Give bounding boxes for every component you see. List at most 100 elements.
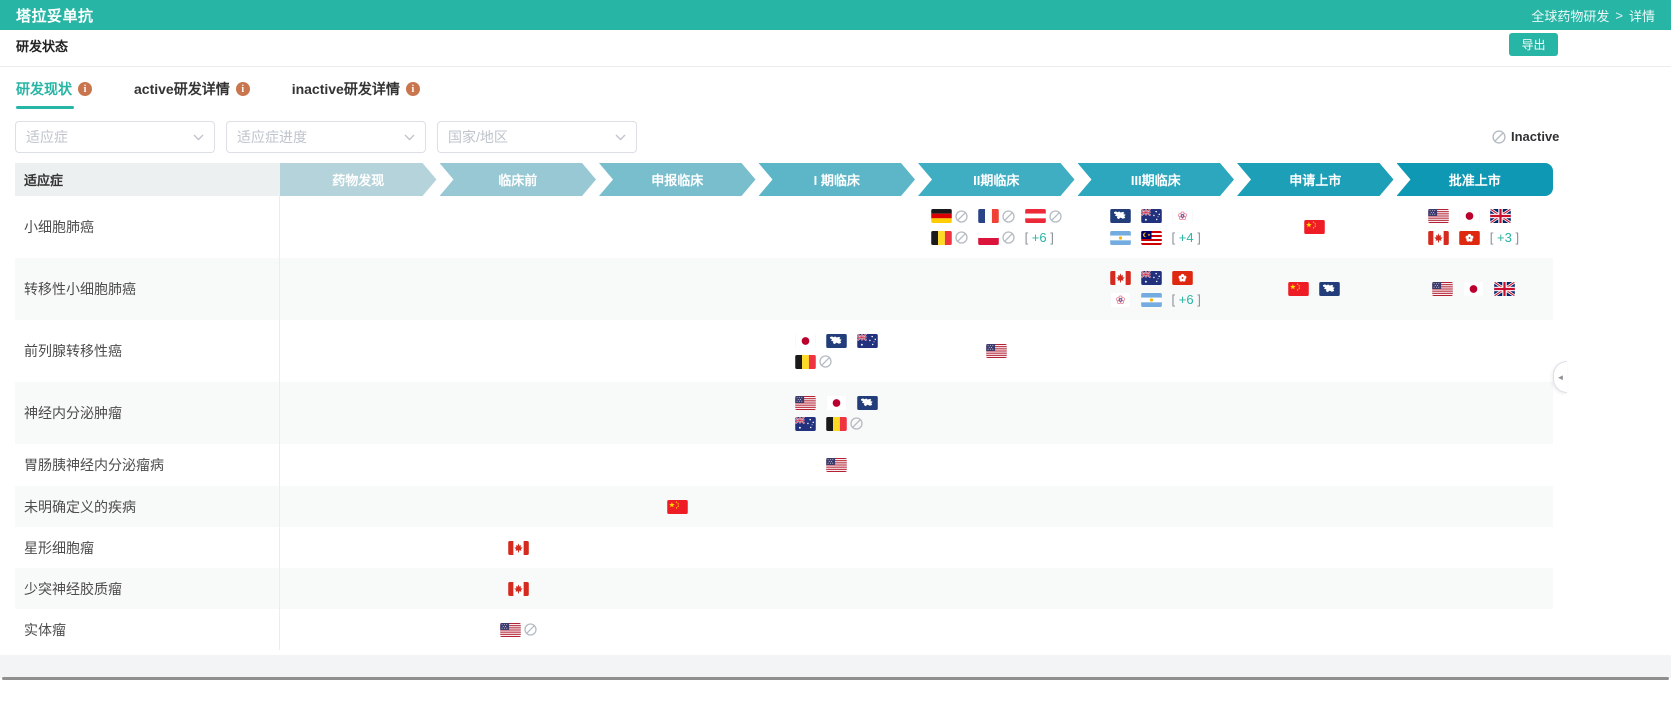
flag-us-icon[interactable] (826, 458, 848, 472)
flag-unit[interactable] (930, 230, 968, 245)
flag-tw-icon[interactable] (1171, 209, 1193, 223)
flag-au-icon[interactable] (857, 333, 879, 348)
flag-us-icon[interactable] (985, 344, 1007, 358)
horizontal-scrollbar[interactable] (2, 677, 1669, 680)
more-count-badge[interactable]: +4 (1172, 230, 1201, 245)
flag-unit[interactable] (977, 209, 1015, 223)
info-icon[interactable]: i (405, 82, 420, 96)
flag-unit[interactable] (1140, 271, 1162, 285)
flag-unit[interactable] (795, 395, 817, 410)
flag-ca-icon[interactable] (1428, 230, 1449, 245)
flag-unit[interactable] (1493, 282, 1515, 296)
info-icon[interactable]: i (78, 82, 92, 96)
flag-ar-icon[interactable] (1140, 292, 1162, 307)
flag-pl-icon[interactable] (977, 230, 999, 245)
flag-unit[interactable] (795, 416, 817, 431)
flag-us-icon[interactable] (795, 395, 817, 410)
flag-unit[interactable] (826, 458, 848, 472)
flag-fr-icon[interactable] (977, 209, 999, 223)
flag-us-icon[interactable] (500, 622, 521, 637)
flag-eu-icon[interactable] (1319, 282, 1341, 296)
flag-unit[interactable] (826, 416, 864, 431)
flag-unit[interactable] (857, 333, 879, 348)
flag-au-icon[interactable] (1140, 271, 1162, 285)
flag-cn-icon[interactable] (1288, 282, 1310, 296)
flag-unit[interactable] (1428, 209, 1449, 223)
flag-unit[interactable] (1109, 292, 1131, 307)
indication-progress-filter[interactable]: 适应症进度 (226, 121, 426, 153)
tab-inactive-details[interactable]: inactive研发详情 i (292, 79, 420, 103)
flag-hk-icon[interactable] (1459, 230, 1480, 245)
flag-unit[interactable] (977, 230, 1015, 245)
flag-unit[interactable] (1288, 282, 1310, 296)
tab-current-status[interactable]: 研发现状 i (16, 79, 92, 109)
flag-unit[interactable] (1489, 209, 1511, 223)
flag-be-icon[interactable] (826, 416, 848, 431)
flag-unit[interactable] (508, 540, 529, 555)
flag-gb-icon[interactable] (1493, 282, 1515, 296)
country-region-filter[interactable]: 国家/地区 (437, 121, 637, 153)
flag-be-icon[interactable] (930, 230, 952, 245)
more-count-badge[interactable]: +6 (1025, 230, 1054, 245)
flag-eu-icon[interactable] (826, 333, 848, 348)
breadcrumb-parent-link[interactable]: 全球药物研发 (1531, 6, 1609, 25)
flag-hk-icon[interactable] (1171, 271, 1193, 285)
flag-unit[interactable] (667, 499, 689, 514)
flag-jp-icon[interactable] (795, 333, 817, 348)
flag-unit[interactable] (500, 622, 537, 637)
flag-gb-icon[interactable] (1489, 209, 1511, 223)
tab-active-details[interactable]: active研发详情 i (134, 79, 250, 103)
flag-cn-icon[interactable] (667, 499, 689, 514)
flag-unit[interactable] (795, 354, 833, 369)
flag-be-icon[interactable] (795, 354, 817, 369)
more-count-badge[interactable]: +6 (1172, 292, 1201, 307)
flag-unit[interactable] (1109, 271, 1131, 285)
flag-cn-icon[interactable] (1304, 220, 1325, 234)
flag-unit[interactable] (1109, 209, 1131, 223)
flag-eu-icon[interactable] (857, 395, 879, 410)
flag-unit[interactable] (1024, 209, 1062, 223)
flag-unit[interactable] (930, 209, 968, 223)
flag-unit[interactable] (1140, 230, 1162, 245)
flag-unit[interactable] (826, 395, 848, 410)
flag-tw-icon[interactable] (1109, 292, 1131, 307)
flag-unit[interactable] (508, 581, 529, 596)
flag-unit[interactable] (1171, 271, 1193, 285)
flag-us-icon[interactable] (1428, 209, 1449, 223)
flag-jp-icon[interactable] (1463, 282, 1484, 296)
flag-ca-icon[interactable] (508, 540, 529, 555)
flag-unit[interactable] (1109, 230, 1131, 245)
flag-ca-icon[interactable] (508, 581, 529, 596)
flag-unit[interactable] (1319, 282, 1341, 296)
info-icon[interactable]: i (235, 82, 250, 96)
flag-unit[interactable] (1171, 209, 1193, 223)
flag-my-icon[interactable] (1140, 230, 1162, 245)
flag-unit[interactable] (1459, 209, 1480, 223)
flag-unit[interactable] (985, 344, 1007, 358)
flag-unit[interactable] (1304, 220, 1325, 234)
flag-unit[interactable] (826, 333, 848, 348)
flag-unit[interactable] (1432, 282, 1453, 296)
flag-unit[interactable] (1459, 230, 1480, 245)
flag-us-icon[interactable] (1432, 282, 1453, 296)
phase-cell (757, 486, 916, 527)
flag-unit[interactable] (1428, 230, 1449, 245)
flag-unit[interactable] (1463, 282, 1484, 296)
flag-unit[interactable] (1140, 292, 1162, 307)
flag-jp-icon[interactable] (826, 395, 848, 410)
flag-unit[interactable] (1140, 209, 1162, 223)
flag-eu-icon[interactable] (1109, 209, 1131, 223)
flag-au-icon[interactable] (795, 416, 817, 431)
flag-ar-icon[interactable] (1109, 230, 1131, 245)
flag-unit[interactable] (857, 395, 879, 410)
flag-unit[interactable] (795, 333, 817, 348)
indication-filter[interactable]: 适应症 (15, 121, 215, 153)
collapse-panel-handle[interactable]: ◄ (1553, 361, 1567, 393)
flag-at-icon[interactable] (1024, 209, 1046, 223)
flag-ca-icon[interactable] (1109, 271, 1131, 285)
flag-au-icon[interactable] (1140, 209, 1162, 223)
flag-jp-icon[interactable] (1459, 209, 1480, 223)
more-count-badge[interactable]: +3 (1490, 230, 1519, 245)
flag-de-icon[interactable] (930, 209, 952, 223)
export-button[interactable]: 导出 (1509, 33, 1558, 56)
